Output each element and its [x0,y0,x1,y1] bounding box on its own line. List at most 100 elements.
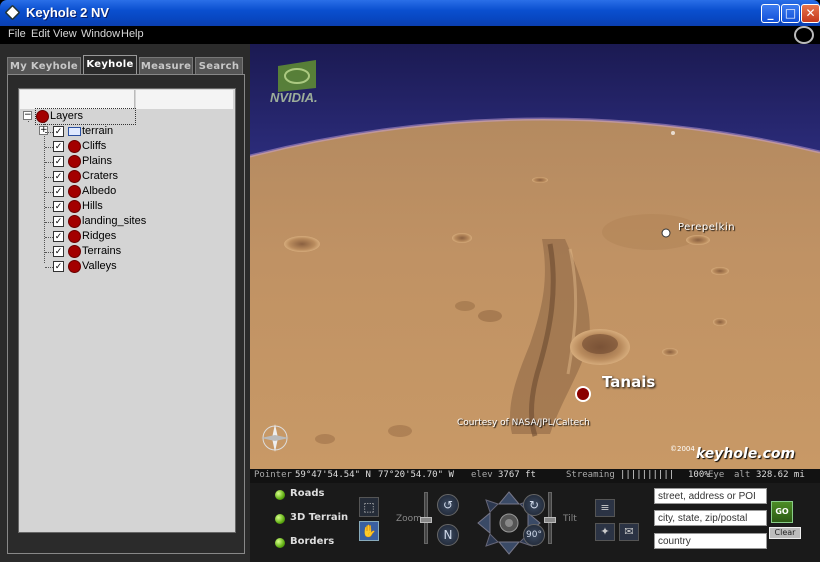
pointer-latitude: 59°47'54.54" N [295,470,371,480]
rotate-right-button[interactable]: ↻ [523,494,545,516]
tree-line [45,207,53,208]
layer-item-terrain[interactable]: ✓ terrain [53,124,173,139]
streaming-bar: |||||||||| [620,470,675,480]
menu-edit[interactable]: Edit [31,28,50,40]
layer-checkbox[interactable]: ✓ [53,186,64,197]
layer-checkbox[interactable]: ✓ [53,216,64,227]
layer-label: terrain [82,125,114,137]
menu-view[interactable]: View [53,28,77,40]
layer-label: landing_sites [82,215,147,227]
layer-label: Hills [82,200,103,212]
perepelkin-marker[interactable] [661,228,671,238]
hand-tool-button[interactable]: ✋ [359,521,379,541]
layer-dot-icon [68,215,81,228]
rotate-left-button[interactable]: ↺ [437,494,459,516]
layer-dot-icon [68,155,81,168]
tree-line [45,162,53,163]
menu-bar: File Edit View Window Help [0,26,820,44]
layer-item-ridges[interactable]: ✓ Ridges [53,229,173,244]
menu-file[interactable]: File [8,28,26,40]
place-label-tanais[interactable]: Tanais [602,373,655,391]
layer-item-terrains[interactable]: ✓ Terrains [53,244,173,259]
layer-tree: − Layers + ✓ terrain ✓ Cliffs ✓ Plains ✓ Crater… [18,88,236,533]
menu-window[interactable]: Window [81,28,120,40]
list-view-icon[interactable]: ≡ [595,499,615,517]
layer-checkbox[interactable]: ✓ [53,231,64,242]
tilt-slider-thumb[interactable] [544,517,556,523]
address-field[interactable]: street, address or POI [654,488,767,504]
place-label-perepelkin[interactable]: Perepelkin [678,222,735,233]
layer-checkbox[interactable]: ✓ [53,171,64,182]
zoom-label: Zoom [396,514,422,524]
email-icon[interactable]: ✉ [619,523,639,541]
tree-line [45,177,53,178]
layer-item-plains[interactable]: ✓ Plains [53,154,173,169]
tilt-slider[interactable] [544,492,556,544]
roads-led-icon [275,490,285,500]
layer-item-hills[interactable]: ✓ Hills [53,199,173,214]
country-field[interactable]: country [654,533,767,549]
go-button[interactable]: GO [771,501,793,523]
navigation-controls: Roads 3D Terrain Borders ⬚ ✋ Zoom ↺ N ↻ … [250,483,820,562]
layer-label: Plains [82,155,112,167]
folder-icon [68,127,81,136]
layer-label: Craters [82,170,119,182]
terrain-led-icon [275,514,285,524]
tree-line [45,237,53,238]
layer-label: Valleys [82,260,117,272]
layer-checkbox[interactable]: ✓ [53,246,64,257]
close-button[interactable]: ✕ [801,4,820,23]
eye-altitude: 328.62 mi [756,470,805,480]
elev-label: elev [471,470,493,480]
tree-line [45,222,53,223]
layer-item-craters[interactable]: ✓ Craters [53,169,173,184]
minimize-button[interactable]: _ [761,4,780,23]
layer-checkbox[interactable]: ✓ [53,141,64,152]
tree-line [45,192,53,193]
streaming-label: Streaming [566,470,615,480]
select-tool-button[interactable]: ⬚ [359,497,379,517]
tanais-marker[interactable] [575,386,591,402]
placemark-add-icon[interactable]: ✦ [595,523,615,541]
expand-terrain-toggle[interactable]: + [39,126,48,135]
reset-north-button[interactable]: N [437,524,459,546]
tree-line [45,252,53,253]
tree-line [45,132,53,133]
title-bar: Keyhole 2 NV _ □ ✕ [0,0,820,26]
tab-search[interactable]: Search [195,57,243,74]
layer-dot-icon [68,245,81,258]
layer-dot-icon [68,230,81,243]
layer-checkbox[interactable]: ✓ [53,201,64,212]
layer-checkbox[interactable]: ✓ [53,261,64,272]
layer-item-albedo[interactable]: ✓ Albedo [53,184,173,199]
selection-focus [35,108,136,125]
layer-dot-icon [68,170,81,183]
zoom-slider[interactable] [420,492,432,544]
zoom-slider-thumb[interactable] [420,517,432,523]
layer-label: Albedo [82,185,117,197]
pointer-longitude: 77°20'54.70" W [378,470,454,480]
layer-item-cliffs[interactable]: ✓ Cliffs [53,139,173,154]
tree-line [45,267,53,268]
borders-led-icon [275,538,285,548]
collapse-layers-toggle[interactable]: − [23,111,32,120]
eye-label: Eye [708,470,725,480]
tab-keyhole[interactable]: Keyhole [83,55,137,74]
menu-help[interactable]: Help [121,28,144,40]
tilt-reset-button[interactable]: 90° [523,524,545,546]
image-credit: Courtesy of NASA/JPL/Caltech [457,418,590,428]
layer-item-landing-sites[interactable]: ✓ landing_sites [53,214,173,229]
clear-button[interactable]: Clear [769,527,801,539]
map-view[interactable]: NVIDIA. Perepelkin Tanais Courtesy of NA… [250,44,820,469]
layer-checkbox[interactable]: ✓ [53,126,64,137]
tab-measure[interactable]: Measure [139,57,193,74]
tab-my-keyhole[interactable]: My Keyhole [7,57,81,74]
maximize-button[interactable]: □ [781,4,800,23]
layer-checkbox[interactable]: ✓ [53,156,64,167]
mars-terrain-view[interactable] [250,44,820,469]
layer-item-valleys[interactable]: ✓ Valleys [53,259,173,274]
keyhole-brand: keyhole.com [696,446,796,462]
app-icon [4,4,21,21]
keyhole-globe-icon [794,26,814,44]
city-field[interactable]: city, state, zip/postal [654,510,767,526]
